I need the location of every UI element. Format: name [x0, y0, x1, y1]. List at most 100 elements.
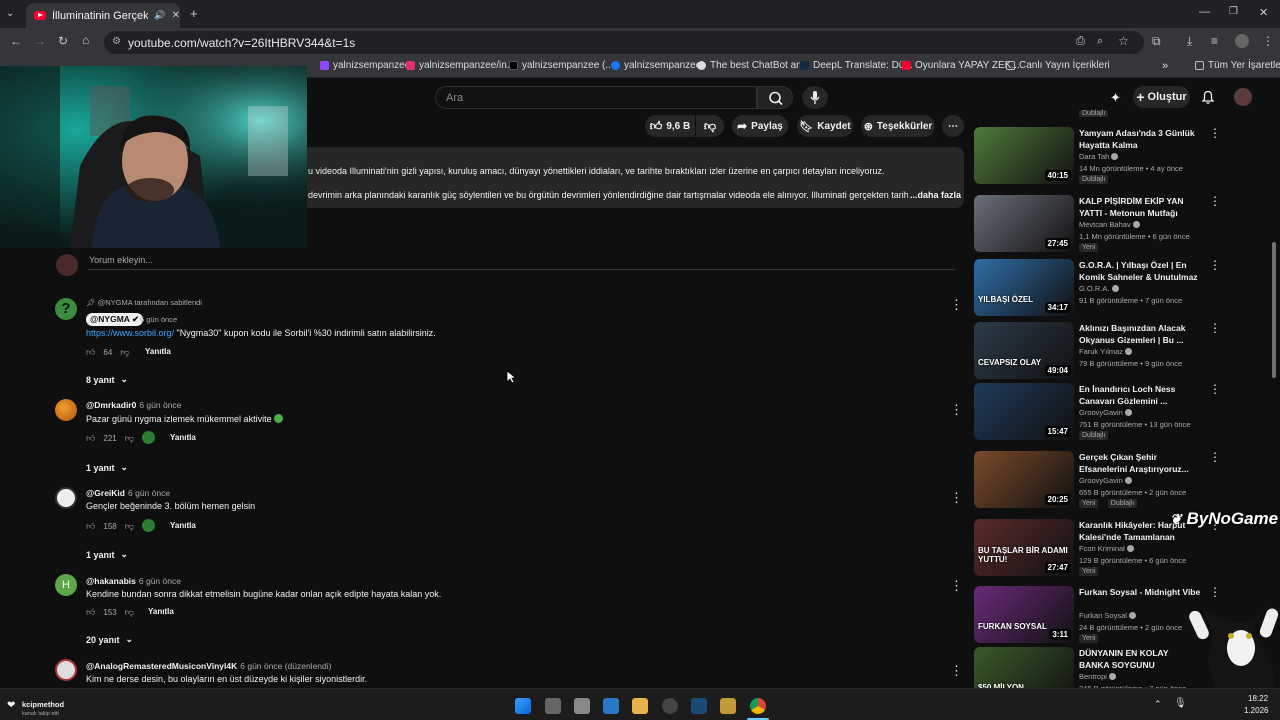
comment-menu-icon[interactable]: ⋮ [950, 664, 963, 677]
channel-name[interactable]: G.O.R.A. [1079, 284, 1119, 293]
restore-icon[interactable]: ❐ [1229, 6, 1238, 17]
thanks-button[interactable]: ⊛ Teşekkürler [861, 115, 935, 137]
window-close-icon[interactable]: ✕ [1259, 6, 1268, 19]
bookmark-item[interactable]: The best ChatBot an... [697, 60, 810, 71]
show-replies-button[interactable]: 8 yanıt ⌄ [86, 374, 128, 385]
comment-author[interactable]: @hakanabis 6 gün önce [86, 576, 181, 586]
save-button[interactable]: 🔖︎ Kaydet [797, 115, 853, 137]
related-video-card[interactable]: 27:45 KALP PİŞİRDİM EKİP YAN YATTI - Meto… [974, 195, 1221, 255]
thumbs-down-icon[interactable]: 👎︎ [125, 521, 134, 532]
channel-name[interactable]: Dara Tah [1079, 152, 1119, 161]
video-thumbnail[interactable]: CEVAPSIZ OLAY 49:04 [974, 322, 1074, 379]
voice-search-button[interactable] [802, 86, 828, 109]
video-thumbnail[interactable]: YILBAŞI ÖZEL 34:17 [974, 259, 1074, 316]
video-thumbnail[interactable]: 40:15 [974, 127, 1074, 184]
minimize-icon[interactable]: — [1199, 6, 1210, 18]
comment-author[interactable]: @Dmrkadir0 6 gün önce [86, 400, 181, 410]
channel-name[interactable]: GroovyGavin [1079, 408, 1132, 417]
address-bar[interactable]: ⚙ youtube.com/watch?v=26ItHBRV344&t=1s ⎙… [104, 31, 1144, 54]
forward-icon[interactable]: → [34, 34, 46, 48]
bookmark-item[interactable]: yalnizsempanzee [320, 60, 410, 71]
profile-avatar[interactable] [1235, 34, 1249, 48]
search-button[interactable] [757, 86, 793, 109]
back-icon[interactable]: ← [10, 34, 22, 48]
video-menu-icon[interactable]: ⋮ [1209, 586, 1221, 598]
comment-menu-icon[interactable]: ⋮ [950, 491, 963, 504]
comment-author[interactable]: @AnalogRemasteredMusiconVinyl4K 6 gün önc… [86, 661, 331, 671]
video-description[interactable]: u videoda Illuminati'nin gizli yapısı, k… [300, 147, 964, 208]
channel-name[interactable]: Furkan Soysal [1079, 611, 1137, 620]
comment-link[interactable]: https://www.sorbil.org/ [86, 328, 174, 338]
thumbs-up-icon[interactable]: 👍︎ [86, 607, 95, 618]
file-explorer-icon[interactable] [632, 698, 648, 714]
related-video-card[interactable]: 40:15 Yamyam Adası'nda 3 Günlük Hayatta K… [974, 127, 1221, 187]
page-scrollbar[interactable] [1272, 242, 1276, 378]
avatar[interactable]: H [55, 574, 77, 596]
related-video-card[interactable]: FURKAN SOYSAL 3:11 Furkan Soysal - Midnigh… [974, 586, 1221, 646]
account-avatar[interactable] [1234, 88, 1252, 106]
app-icon[interactable] [662, 698, 678, 714]
all-bookmarks-folder[interactable]: Tüm Yer İşaretleri [1195, 60, 1280, 71]
related-video-card[interactable]: CEVAPSIZ OLAY 49:04 Aklınızı Başınızdan Al… [974, 322, 1221, 382]
video-thumbnail[interactable]: 15:47 [974, 383, 1074, 440]
reply-button[interactable]: Yanıtla [170, 433, 196, 442]
comment-author[interactable]: @GreiKid 6 gün önce [86, 488, 170, 498]
related-video-card[interactable]: YILBAŞI ÖZEL 34:17 G.O.R.A. | Yılbaşı Özel… [974, 259, 1221, 319]
video-menu-icon[interactable]: ⋮ [1209, 127, 1221, 139]
thumbs-down-icon[interactable]: 👎︎ [125, 607, 134, 618]
comment-input[interactable]: Yorum ekleyin... [89, 255, 153, 265]
app-icon[interactable] [720, 698, 736, 714]
show-replies-button[interactable]: 1 yanıt ⌄ [86, 549, 128, 560]
comment-author-badge[interactable]: @NYGMA ✔ [86, 313, 144, 326]
create-button[interactable]: + Oluştur [1133, 86, 1190, 108]
video-thumbnail[interactable]: BU TAŞLAR BİR ADAMI YUTTU! 27:47 [974, 519, 1074, 576]
avatar[interactable]: ? [55, 298, 77, 320]
install-icon[interactable]: ⎙ [1076, 35, 1085, 48]
reply-button[interactable]: Yanıtla [148, 607, 174, 616]
site-info-icon[interactable]: ⚙ [112, 36, 121, 47]
show-replies-button[interactable]: 20 yanıt ⌄ [86, 634, 133, 645]
video-title[interactable]: KALP PİŞİRDİM EKİP YAN YATTI - Metonun M… [1079, 195, 1201, 219]
thumbs-down-icon[interactable]: 👎︎ [125, 433, 134, 444]
video-title[interactable]: Furkan Soysal - Midnight Vibe [1079, 586, 1201, 598]
channel-name[interactable]: Mevtcan Bahav [1079, 220, 1140, 229]
related-video-card[interactable]: 20:25 Gerçek Çıkan Şehir Efsanelerini Ara… [974, 451, 1221, 511]
windows-start-icon[interactable] [515, 698, 531, 714]
video-title[interactable]: Aklınızı Başınızdan Alacak Okyanus Gizem… [1079, 322, 1201, 346]
show-replies-button[interactable]: 1 yanıt ⌄ [86, 462, 128, 473]
new-tab-icon[interactable]: + [190, 6, 198, 21]
comment-menu-icon[interactable]: ⋮ [950, 579, 963, 592]
video-thumbnail[interactable]: 27:45 [974, 195, 1074, 252]
avatar[interactable] [55, 487, 77, 509]
video-title[interactable]: G.O.R.A. | Yılbaşı Özel | En Komik Sahne… [1079, 259, 1201, 283]
avatar[interactable] [55, 659, 77, 681]
video-menu-icon[interactable]: ⋮ [1209, 451, 1221, 463]
bookmark-item[interactable]: Oyunlara YAPAY ZEK... [902, 60, 1020, 71]
zoom-icon[interactable]: ⌕ [1097, 35, 1103, 48]
dislike-button[interactable]: 👎︎ [696, 115, 724, 137]
video-thumbnail[interactable]: 20:25 [974, 451, 1074, 508]
video-title[interactable]: Yamyam Adası'nda 3 Günlük Hayatta Kalma [1079, 127, 1201, 151]
app-icon[interactable] [574, 698, 590, 714]
video-menu-icon[interactable]: ⋮ [1209, 259, 1221, 271]
thumbs-up-icon[interactable]: 👍︎ [86, 347, 95, 358]
avatar[interactable] [55, 399, 77, 421]
browser-tab-active[interactable]: İlluminatinin Gerçek Yüzü O 🔊 ✕ [26, 3, 180, 28]
chevron-up-icon[interactable]: ⌃ [1154, 699, 1162, 710]
like-button[interactable]: 👍︎ 9,6 B [645, 115, 695, 137]
app-icon[interactable] [603, 698, 619, 714]
bookmark-item[interactable]: DeepL Translate: Dü... [800, 60, 913, 71]
search-input[interactable]: Ara [435, 86, 757, 109]
reply-button[interactable]: Yanıtla [145, 347, 171, 356]
channel-name[interactable]: Bentropi [1079, 672, 1117, 681]
media-icon[interactable]: ≡ [1211, 34, 1218, 48]
task-view-icon[interactable] [545, 698, 561, 714]
tab-close-icon[interactable]: ✕ [172, 10, 180, 21]
show-more-link[interactable]: ...daha fazla [910, 190, 961, 200]
tab-search-icon[interactable]: ⌄ [6, 8, 14, 19]
video-title[interactable]: En İnandırıcı Loch Ness Canavarı Gözlemi… [1079, 383, 1201, 407]
steam-icon[interactable] [691, 698, 707, 714]
thumbs-down-icon[interactable]: 👎︎ [120, 347, 129, 358]
thumbs-up-icon[interactable]: 👍︎ [86, 521, 95, 532]
extensions-icon[interactable]: ⧉ [1152, 34, 1161, 49]
